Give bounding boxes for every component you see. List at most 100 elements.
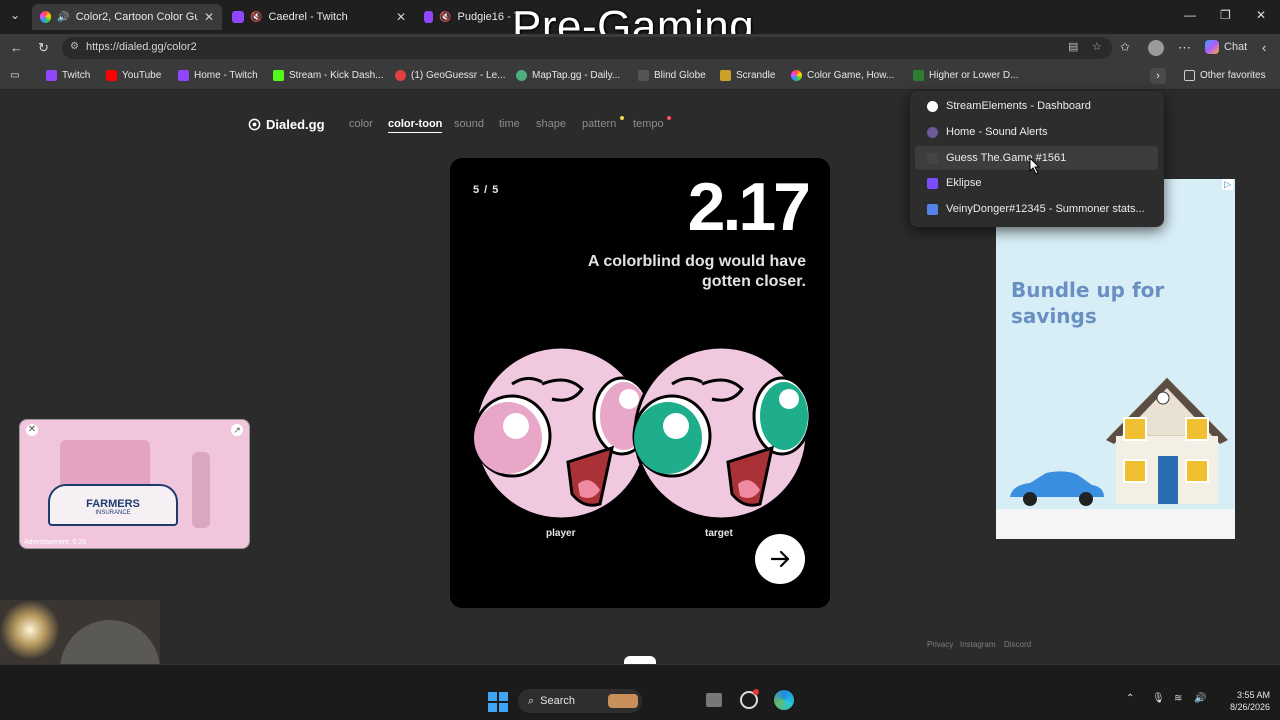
discord-link[interactable]: Discord (1004, 640, 1031, 649)
person-figure (192, 452, 210, 528)
favorites-icon[interactable]: ✩ (1120, 40, 1130, 54)
tab-pudgie[interactable]: 🔇 Pudgie16 - Twitch (416, 4, 526, 30)
nav-tempo[interactable]: tempo (633, 118, 664, 130)
more-menu-icon[interactable]: ⋯ (1178, 40, 1191, 56)
search-label: Search (540, 695, 576, 707)
bookmarks-menu-icon[interactable]: ▭ (10, 70, 19, 81)
privacy-link[interactable]: Privacy (927, 640, 953, 649)
farmers-brand: FARMERS (86, 498, 140, 510)
nav-sound[interactable]: sound (454, 118, 484, 130)
youtube-icon (106, 70, 117, 81)
car-illustration (1010, 471, 1104, 506)
copilot-icon (1205, 40, 1219, 54)
microphone-icon[interactable]: 🎙 (1152, 693, 1165, 704)
menu-item-label: Home - Sound Alerts (946, 126, 1048, 138)
reading-view-icon[interactable]: ▤ (1068, 40, 1078, 53)
bookmark-geoguessr[interactable]: (1) GeoGuessr - Le... (395, 70, 505, 81)
collapse-chevron-icon[interactable]: ‹ (1262, 40, 1266, 55)
score-value: 2.17 (687, 169, 811, 245)
chevron-up-icon[interactable]: ⌃ (1126, 693, 1134, 704)
adchoices-icon[interactable]: ▷ (1222, 179, 1233, 190)
nav-color[interactable]: color (349, 118, 373, 130)
close-icon[interactable]: ✕ (26, 424, 38, 436)
address-row: ← ↻ ⚙ https://dialed.gg/color2 ▤ ☆ ✩ ⋯ C… (0, 34, 1280, 62)
profile-avatar[interactable] (1148, 40, 1164, 56)
chat-label: Chat (1224, 41, 1248, 53)
result-card: 5 / 5 2.17 A colorblind dog would have g… (450, 158, 830, 608)
player-label: player (546, 528, 576, 539)
bookmark-scrandle[interactable]: Scrandle (720, 70, 775, 81)
menu-item-sound-alerts[interactable]: Home - Sound Alerts (915, 120, 1158, 144)
volume-icon[interactable]: 🔊 (1194, 693, 1206, 704)
copilot-chat-button[interactable]: Chat (1205, 40, 1247, 54)
bookmark-kick[interactable]: Stream - Kick Dash... (273, 70, 383, 81)
refresh-icon[interactable]: ↻ (38, 40, 49, 56)
taskbar-search[interactable]: ⌕ Search (518, 689, 642, 713)
bottom-drawer-handle[interactable] (624, 656, 656, 664)
notification-dot (753, 689, 759, 695)
menu-item-summoner-stats[interactable]: VeinyDonger#12345 - Summoner stats... (915, 197, 1158, 221)
url-text: https://dialed.gg/color2 (86, 41, 197, 53)
tab-label: Color2, Cartoon Color Guessin (75, 11, 198, 23)
menu-item-streamelements[interactable]: StreamElements - Dashboard (915, 94, 1158, 118)
bookmark-higher-lower[interactable]: Higher or Lower D... (913, 70, 1018, 81)
bookmarks-bar: ▭ Twitch YouTube Home - Twitch Stream - … (0, 62, 1280, 90)
chevron-right-icon[interactable]: › (1150, 68, 1166, 84)
house-illustration (1106, 377, 1228, 504)
site-logo[interactable]: Dialed.gg (248, 117, 325, 132)
bookmark-label: Home - Twitch (194, 70, 258, 81)
eklipse-icon (927, 177, 938, 189)
search-icon: ⌕ (528, 694, 535, 707)
site-info-icon[interactable]: ⚙ (70, 41, 79, 52)
bookmark-label: (1) GeoGuessr - Le... (411, 70, 506, 81)
tab-caedrel[interactable]: 🔇 Caedrel - Twitch ✕ (224, 4, 414, 30)
bookmark-label: Blind Globe (654, 70, 706, 81)
map-pin-icon (395, 70, 406, 81)
close-icon[interactable]: ✕ (396, 10, 406, 24)
menu-item-label: VeinyDonger#12345 - Summoner stats... (946, 203, 1145, 215)
edge-browser-icon[interactable] (774, 690, 794, 710)
farmers-sign: FARMERS INSURANCE (48, 484, 178, 526)
bookmark-blind-globe[interactable]: Blind Globe (638, 70, 706, 81)
instagram-link[interactable]: Instagram (960, 640, 996, 649)
bookmark-twitch[interactable]: Twitch (46, 70, 90, 81)
wifi-icon[interactable]: ≋ (1174, 693, 1182, 704)
tab-color2[interactable]: 🔊 Color2, Cartoon Color Guessin ✕ (32, 4, 222, 30)
bookmark-home-twitch[interactable]: Home - Twitch (178, 70, 258, 81)
opgg-icon (927, 203, 938, 215)
mute-icon: 🔇 (250, 11, 263, 23)
next-button[interactable] (755, 534, 805, 584)
nav-color-toon[interactable]: color-toon (388, 118, 443, 133)
close-window-icon[interactable]: ✕ (1256, 8, 1266, 22)
windows-start-icon[interactable] (488, 692, 508, 712)
expand-icon[interactable]: ↗ (231, 424, 243, 436)
address-bar[interactable]: ⚙ https://dialed.gg/color2 ▤ ☆ (62, 37, 1112, 59)
folder-icon (1184, 70, 1195, 81)
lamp-light (0, 600, 60, 660)
scrandle-icon (720, 70, 731, 81)
close-icon[interactable]: ✕ (204, 10, 214, 24)
favorite-star-icon[interactable]: ☆ (1092, 40, 1102, 53)
video-advertisement[interactable]: ✕ ↗ FARMERS INSURANCE Advertisement: 0:2… (19, 419, 250, 549)
back-icon[interactable]: ← (10, 40, 23, 55)
bookmark-color-game[interactable]: Color Game, How... (791, 70, 894, 81)
globe-icon (516, 70, 527, 81)
windows-taskbar: ⌕ Search ⌃ 🎙 ≋ 🔊 3:55 AM 8/26/2026 (0, 664, 1280, 720)
minimize-icon[interactable]: — (1184, 8, 1196, 22)
other-favorites-label: Other favorites (1200, 70, 1266, 81)
advertisement-banner[interactable]: ▷ Bundle up for savings (996, 179, 1235, 539)
other-favorites[interactable]: Other favorites (1184, 70, 1266, 81)
bookmark-maptap[interactable]: MapTap.gg - Daily... (516, 70, 620, 81)
ad-headline: Bundle up for savings (1011, 278, 1165, 328)
ad-footer (996, 509, 1235, 539)
higher-lower-icon (913, 70, 924, 81)
restore-icon[interactable]: ❐ (1220, 8, 1231, 22)
nav-shape[interactable]: shape (536, 118, 566, 130)
file-explorer-icon[interactable] (706, 693, 722, 707)
system-clock[interactable]: 3:55 AM 8/26/2026 (1220, 689, 1270, 713)
tab-list-icon[interactable]: ⌄ (10, 8, 20, 22)
bookmark-youtube[interactable]: YouTube (106, 70, 161, 81)
nav-time[interactable]: time (499, 118, 520, 130)
menu-item-label: StreamElements - Dashboard (946, 100, 1091, 112)
nav-pattern[interactable]: pattern (582, 118, 616, 130)
